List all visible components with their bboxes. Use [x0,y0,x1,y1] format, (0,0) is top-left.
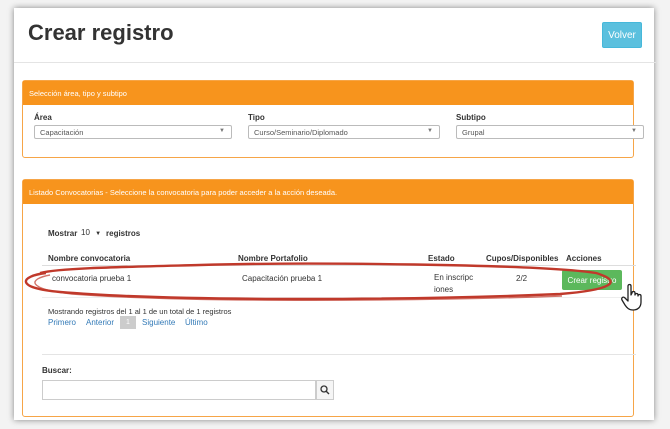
area-select-value: Capacitación [40,127,84,137]
row-portafolio: Capacitación prueba 1 [242,274,323,283]
page-title: Crear registro [28,20,174,45]
row-cupos: 2/2 [516,274,528,283]
subtipo-select-value: Grupal [462,127,485,137]
filters-panel: Selección área, tipo y subtipo [22,80,634,158]
tipo-select[interactable]: Curso/Seminario/Diplomado ▼ [248,125,440,139]
pagination-previous[interactable]: Anterior [86,318,114,327]
records-label: registros [106,229,141,238]
back-button[interactable]: Volver [602,22,642,48]
show-label: Mostrar [48,229,78,238]
search-icon [320,385,330,395]
search-button[interactable] [316,380,334,400]
records-info: Mostrando registros del 1 al 1 de un tot… [48,307,232,316]
create-record-button[interactable]: Crear registro [562,270,622,290]
pagination-current[interactable]: 1 [120,316,136,329]
area-select[interactable]: Capacitación ▼ [34,125,232,139]
row-convocatoria: convocatoria prueba 1 [52,274,132,283]
pagination-first[interactable]: Primero [48,318,76,327]
hand-pointer-icon [621,283,642,311]
pagination-next[interactable]: Siguiente [142,318,175,327]
search-input[interactable] [42,380,316,400]
search-divider [42,354,636,355]
header-divider [42,265,636,266]
subtipo-select[interactable]: Grupal ▼ [456,125,644,139]
chevron-down-icon: ▼ [95,231,102,237]
row-estado-line2: iones [434,285,454,294]
listing-panel-title: Listado Convocatorias - Seleccione la co… [23,180,633,204]
row-divider [42,297,636,298]
page-size-value: 10 [81,228,90,237]
area-label: Área [34,113,52,122]
pagination-last[interactable]: Último [185,318,208,327]
column-header[interactable]: Nombre convocatoria [48,254,130,263]
chevron-down-icon: ▼ [219,128,225,134]
column-header[interactable]: Cupos/Disponibles [486,254,558,263]
column-header: Acciones [566,254,602,263]
tipo-select-value: Curso/Seminario/Diplomado [254,127,348,137]
filters-panel-title: Selección área, tipo y subtipo [23,81,633,105]
page-size-select[interactable]: 10 ▼ [81,228,101,237]
tipo-label: Tipo [248,113,265,122]
column-header[interactable]: Estado [428,254,455,263]
chevron-down-icon: ▼ [631,128,637,134]
subtipo-label: Subtipo [456,113,486,122]
column-header[interactable]: Nombre Portafolio [238,254,308,263]
chevron-down-icon: ▼ [427,128,433,134]
title-divider [14,62,656,63]
search-label: Buscar: [42,366,72,375]
row-estado-line1: En inscripc [434,273,474,282]
